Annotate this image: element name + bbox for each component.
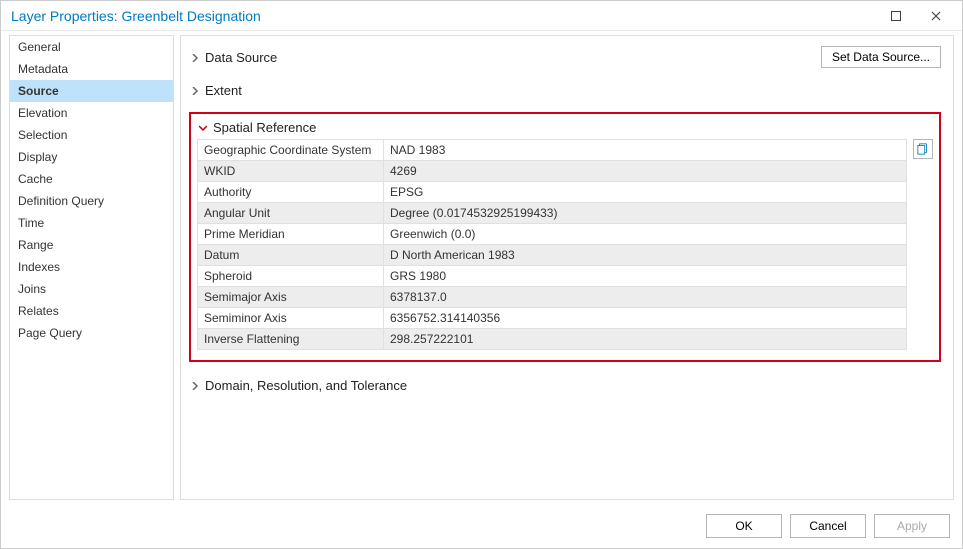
property-value: EPSG	[384, 182, 907, 203]
property-value: D North American 1983	[384, 245, 907, 266]
table-row: Semiminor Axis6356752.314140356	[198, 308, 907, 329]
property-value: GRS 1980	[384, 266, 907, 287]
section-header-extent[interactable]: Extent	[189, 79, 941, 102]
property-value: 298.257222101	[384, 329, 907, 350]
property-value: 6378137.0	[384, 287, 907, 308]
chevron-right-icon	[189, 85, 201, 97]
property-key: Semimajor Axis	[198, 287, 384, 308]
table-row: Inverse Flattening298.257222101	[198, 329, 907, 350]
property-key: Datum	[198, 245, 384, 266]
table-row: Angular UnitDegree (0.0174532925199433)	[198, 203, 907, 224]
sidebar-item-display[interactable]: Display	[10, 146, 173, 168]
property-value: 4269	[384, 161, 907, 182]
property-key: Prime Meridian	[198, 224, 384, 245]
spatial-reference-highlight: Spatial Reference Geographic Coordinate …	[189, 112, 941, 362]
table-row: SpheroidGRS 1980	[198, 266, 907, 287]
ok-button[interactable]: OK	[706, 514, 782, 538]
property-key: Authority	[198, 182, 384, 203]
spatial-reference-table: Geographic Coordinate SystemNAD 1983 WKI…	[197, 139, 907, 350]
section-title: Extent	[205, 83, 242, 98]
spatial-reference-body: Geographic Coordinate SystemNAD 1983 WKI…	[197, 139, 933, 350]
property-value: NAD 1983	[384, 140, 907, 161]
table-row: Semimajor Axis6378137.0	[198, 287, 907, 308]
maximize-button[interactable]	[876, 1, 916, 31]
chevron-right-icon	[189, 380, 201, 392]
copy-button[interactable]	[913, 139, 933, 159]
close-button[interactable]	[916, 1, 956, 31]
property-value: 6356752.314140356	[384, 308, 907, 329]
table-row: AuthorityEPSG	[198, 182, 907, 203]
sidebar-item-time[interactable]: Time	[10, 212, 173, 234]
table-row: WKID4269	[198, 161, 907, 182]
table-row: DatumD North American 1983	[198, 245, 907, 266]
apply-button[interactable]: Apply	[874, 514, 950, 538]
property-value: Degree (0.0174532925199433)	[384, 203, 907, 224]
set-data-source-button[interactable]: Set Data Source...	[821, 46, 941, 68]
sidebar-item-cache[interactable]: Cache	[10, 168, 173, 190]
table-row: Prime MeridianGreenwich (0.0)	[198, 224, 907, 245]
table-row: Geographic Coordinate SystemNAD 1983	[198, 140, 907, 161]
dialog-window: Layer Properties: Greenbelt Designation …	[0, 0, 963, 549]
property-key: WKID	[198, 161, 384, 182]
sidebar-item-metadata[interactable]: Metadata	[10, 58, 173, 80]
sidebar-item-page-query[interactable]: Page Query	[10, 322, 173, 344]
sidebar-item-source[interactable]: Source	[10, 80, 173, 102]
sidebar-item-relates[interactable]: Relates	[10, 300, 173, 322]
sidebar-item-general[interactable]: General	[10, 36, 173, 58]
section-title: Domain, Resolution, and Tolerance	[205, 378, 407, 393]
property-key: Spheroid	[198, 266, 384, 287]
sidebar-item-indexes[interactable]: Indexes	[10, 256, 173, 278]
dialog-footer: OK Cancel Apply	[1, 504, 962, 548]
sidebar-item-selection[interactable]: Selection	[10, 124, 173, 146]
section-extent: Extent	[189, 79, 941, 102]
sidebar-item-definition-query[interactable]: Definition Query	[10, 190, 173, 212]
dialog-body: General Metadata Source Elevation Select…	[1, 31, 962, 504]
sidebar-item-elevation[interactable]: Elevation	[10, 102, 173, 124]
property-key: Geographic Coordinate System	[198, 140, 384, 161]
window-title: Layer Properties: Greenbelt Designation	[11, 8, 876, 24]
section-domain: Domain, Resolution, and Tolerance	[189, 374, 941, 397]
content-pane: Set Data Source... Data Source Extent	[180, 35, 954, 500]
section-title: Data Source	[205, 50, 277, 65]
property-value: Greenwich (0.0)	[384, 224, 907, 245]
section-header-domain[interactable]: Domain, Resolution, and Tolerance	[189, 374, 941, 397]
sidebar-item-joins[interactable]: Joins	[10, 278, 173, 300]
cancel-button[interactable]: Cancel	[790, 514, 866, 538]
property-key: Angular Unit	[198, 203, 384, 224]
chevron-right-icon	[189, 52, 201, 64]
sidebar: General Metadata Source Elevation Select…	[9, 35, 174, 500]
property-key: Semiminor Axis	[198, 308, 384, 329]
titlebar: Layer Properties: Greenbelt Designation	[1, 1, 962, 31]
section-header-spatial-reference[interactable]: Spatial Reference	[197, 120, 933, 139]
sidebar-item-range[interactable]: Range	[10, 234, 173, 256]
chevron-down-icon	[197, 122, 209, 134]
property-key: Inverse Flattening	[198, 329, 384, 350]
section-title: Spatial Reference	[213, 120, 316, 135]
